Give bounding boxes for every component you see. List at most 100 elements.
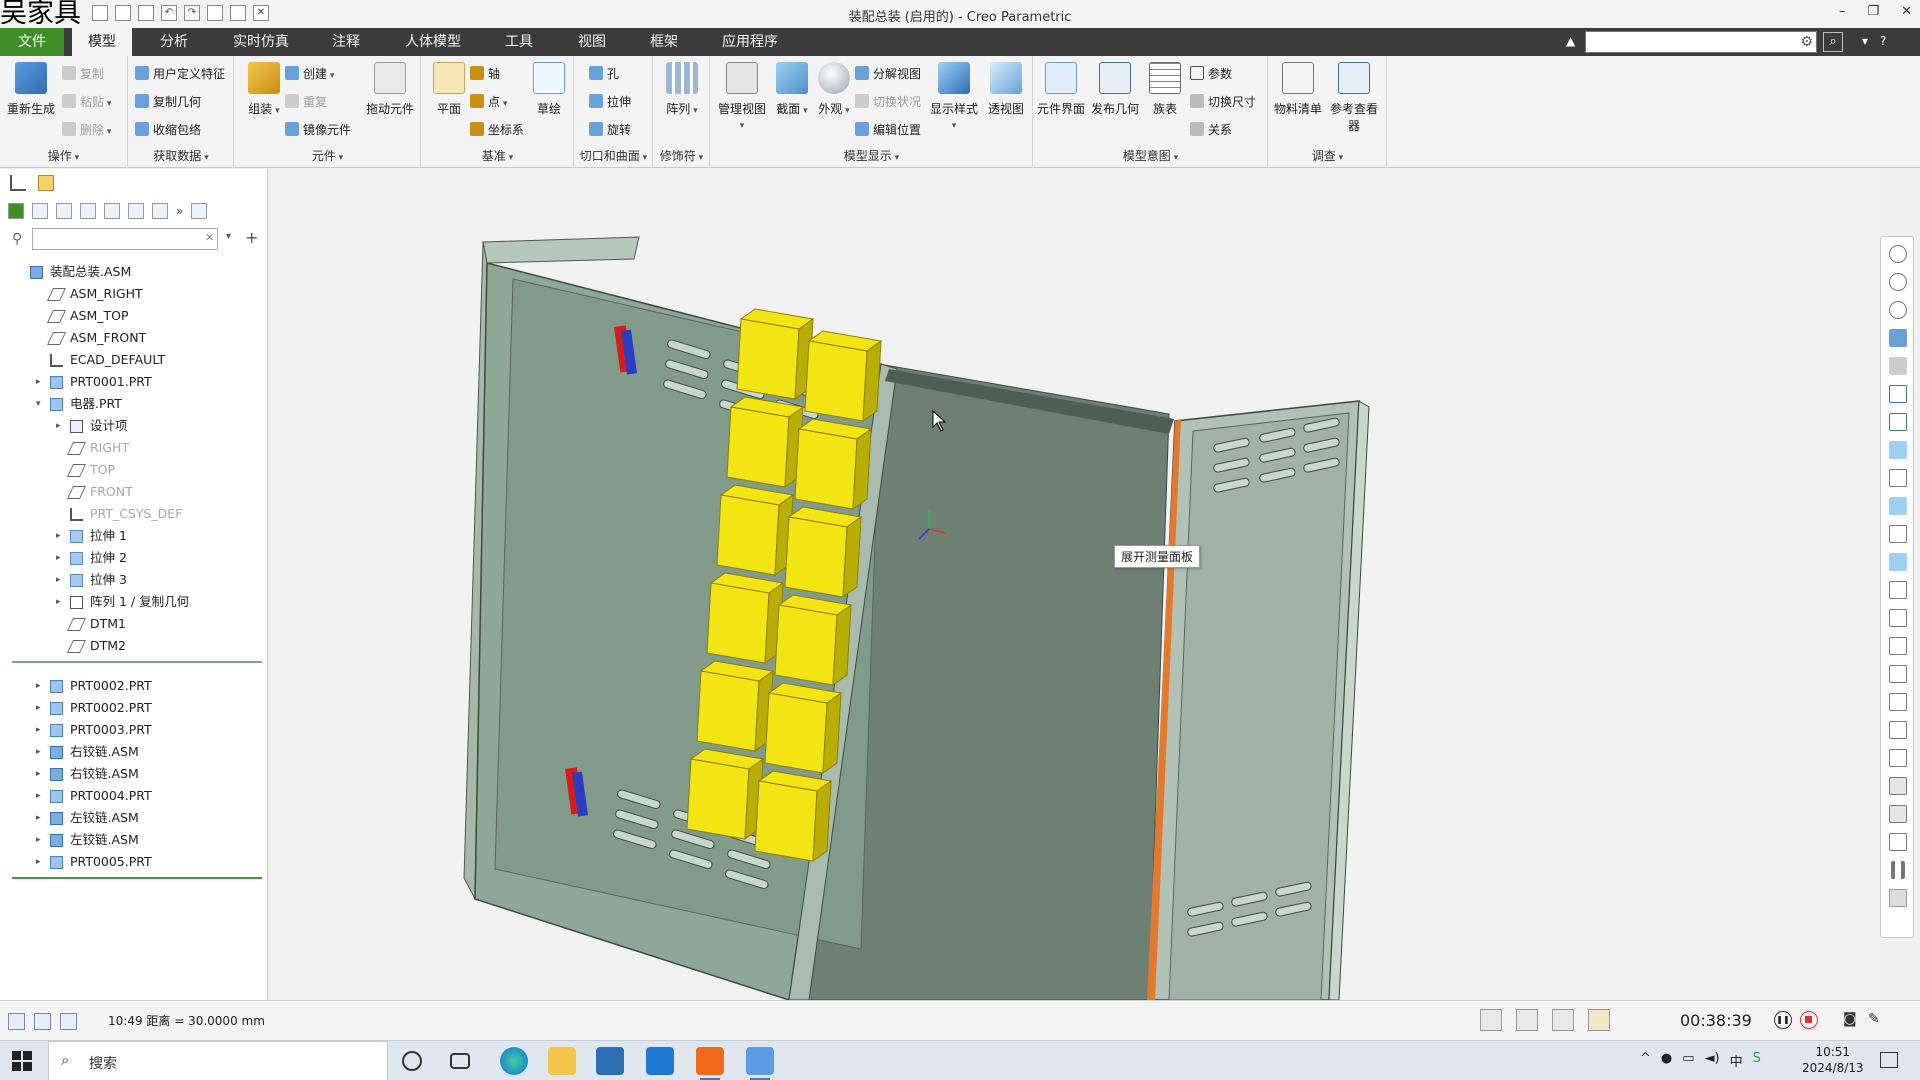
tree-node[interactable]: PRT_CSYS_DEF — [0, 503, 268, 525]
expand-toggle-icon[interactable]: ▸ — [36, 807, 41, 829]
help-icon[interactable]: ? — [1880, 34, 1886, 48]
module-front[interactable] — [804, 340, 868, 422]
folder-browser-tab-icon[interactable] — [38, 175, 54, 191]
group-label-cut-surface[interactable]: 切口和曲面 — [575, 147, 652, 164]
tree-node[interactable]: ▸ 右铰链.ASM — [0, 741, 268, 763]
plane-display-icon[interactable] — [1889, 581, 1907, 599]
tree-node[interactable]: ▸ 设计项 — [0, 415, 268, 437]
point-button[interactable]: 点 — [470, 90, 507, 112]
restore-button[interactable]: ❐ — [1867, 4, 1879, 19]
tree-node[interactable]: DTM2 — [0, 635, 268, 657]
selection-filter-icon[interactable] — [1588, 1009, 1610, 1031]
tab-tools[interactable]: 工具 — [488, 28, 550, 56]
task-view-icon[interactable] — [450, 1053, 470, 1069]
group-label-modifiers[interactable]: 修饰符 — [654, 147, 709, 164]
tab-framework[interactable]: 框架 — [634, 28, 694, 56]
perspective-button[interactable]: 透视图 — [979, 62, 1033, 117]
microphone-icon[interactable]: ● — [1661, 1051, 1672, 1070]
list-icon[interactable] — [56, 203, 72, 219]
axis-tag-icon[interactable] — [1889, 721, 1907, 739]
network-icon[interactable]: ▭ — [1682, 1051, 1694, 1070]
repeat-button[interactable]: 重复 — [285, 90, 327, 112]
saved-views-icon[interactable] — [1889, 385, 1907, 403]
tab-view[interactable]: 视图 — [562, 28, 622, 56]
appearance-button[interactable]: 外观 — [807, 62, 861, 117]
file-explorer-icon[interactable] — [548, 1047, 576, 1075]
switch-dimensions-button[interactable]: 切换尺寸 — [1190, 90, 1256, 112]
tree-node[interactable]: ▸ 拉伸 3 — [0, 569, 268, 591]
fullscreen-icon[interactable] — [60, 1013, 77, 1030]
parameters-button[interactable]: 参数 — [1190, 62, 1232, 84]
point-display-icon[interactable] — [1889, 637, 1907, 655]
more-icon[interactable]: » — [176, 204, 183, 218]
tree-node[interactable]: ▸ PRT0003.PRT — [0, 719, 268, 741]
volume-icon[interactable]: ◄) — [1705, 1051, 1720, 1070]
taskbar-search[interactable]: ⌕ 搜索 — [48, 1041, 388, 1080]
render-icon[interactable] — [1889, 833, 1907, 851]
expand-toggle-icon[interactable]: ▸ — [56, 525, 61, 547]
tree-node[interactable]: ▸ 左铰链.ASM — [0, 829, 268, 851]
group-label-investigate[interactable]: 调查 — [1269, 147, 1386, 164]
repaint-icon[interactable] — [1889, 329, 1907, 347]
search-icon[interactable]: ⌕ — [1823, 32, 1843, 52]
expand-toggle-icon[interactable]: ▸ — [36, 371, 41, 393]
edge-icon[interactable] — [500, 1047, 528, 1075]
tree-node[interactable]: 装配总装.ASM — [0, 261, 268, 283]
revolve-button[interactable]: 旋转 — [589, 118, 631, 140]
tree-node[interactable]: ▸ 拉伸 1 — [0, 525, 268, 547]
store-icon[interactable] — [596, 1047, 624, 1075]
create-button[interactable]: 创建 — [285, 62, 334, 84]
tree-node[interactable]: ▸ PRT0002.PRT — [0, 697, 268, 719]
mirror-component-button[interactable]: 镜像元件 — [285, 118, 351, 140]
filter-dropdown-icon[interactable]: ▾ — [226, 231, 231, 242]
mail-icon[interactable] — [646, 1047, 674, 1075]
tray-expand-icon[interactable]: ^ — [1640, 1051, 1651, 1070]
windows-start-icon[interactable] — [12, 1051, 32, 1071]
expand-toggle-icon[interactable]: ▸ — [36, 763, 41, 785]
model-tree-tab-icon[interactable] — [10, 175, 26, 191]
expand-toggle-icon[interactable]: ▸ — [36, 719, 41, 741]
expand-toggle-icon[interactable]: ▾ — [36, 393, 41, 415]
udf-button[interactable]: 用户定义特征 — [135, 62, 225, 84]
tree-node[interactable]: ▸ PRT0005.PRT — [0, 851, 268, 873]
module-front[interactable] — [706, 582, 770, 664]
point-tag-icon[interactable] — [1889, 693, 1907, 711]
tree-node[interactable]: ▸ PRT0001.PRT — [0, 371, 268, 393]
expand-toggle-icon[interactable]: ▸ — [36, 851, 41, 873]
axis-button[interactable]: 轴 — [470, 62, 500, 84]
pattern-button[interactable]: 阵列 — [655, 62, 709, 117]
add-filter-icon[interactable]: + — [245, 228, 258, 247]
tree-filter-icon[interactable] — [32, 203, 48, 219]
csys-tag-icon[interactable] — [1889, 749, 1907, 767]
creo-icon[interactable] — [746, 1047, 774, 1080]
component-interface-button[interactable]: 元件界面 — [1034, 62, 1088, 117]
module-front[interactable] — [716, 494, 780, 576]
delete-button[interactable]: 删除 — [62, 118, 111, 140]
clear-filter-icon[interactable]: ✕ — [205, 231, 214, 244]
expand-toggle-icon[interactable]: ▸ — [36, 675, 41, 697]
tab-live-simulation[interactable]: 实时仿真 — [218, 28, 304, 56]
manage-views-button[interactable]: 管理视图 — [715, 62, 769, 131]
layers-icon[interactable] — [128, 203, 144, 219]
axis-display-icon[interactable] — [1889, 609, 1907, 627]
module-front[interactable] — [794, 428, 858, 510]
expand-toggle-icon[interactable]: ▸ — [56, 547, 61, 569]
show-icon[interactable] — [8, 203, 24, 219]
tree-node[interactable]: ECAD_DEFAULT — [0, 349, 268, 371]
drag-component-button[interactable]: 拖动元件 — [363, 62, 417, 117]
tab-model[interactable]: 模型 — [72, 28, 132, 56]
display-style-button[interactable]: 显示样式 — [927, 62, 981, 131]
module-front[interactable] — [726, 406, 790, 488]
group-label-get-data[interactable]: 获取数据 — [129, 147, 233, 164]
shrinkwrap-button[interactable]: 收缩包络 — [135, 118, 201, 140]
insert-indicator-2[interactable] — [12, 877, 262, 879]
pause-icon[interactable] — [1891, 861, 1905, 879]
toggle-navigator-icon[interactable] — [8, 1013, 25, 1030]
group-label-model-intent[interactable]: 模型意图 — [1034, 147, 1267, 164]
expand-toggle-icon[interactable]: ▸ — [36, 741, 41, 763]
relations-button[interactable]: 关系 — [1190, 118, 1232, 140]
browser-icon[interactable] — [34, 1013, 51, 1030]
find-icon[interactable] — [1480, 1009, 1502, 1031]
extrude-button[interactable]: 拉伸 — [589, 90, 631, 112]
module-front[interactable] — [764, 692, 828, 774]
